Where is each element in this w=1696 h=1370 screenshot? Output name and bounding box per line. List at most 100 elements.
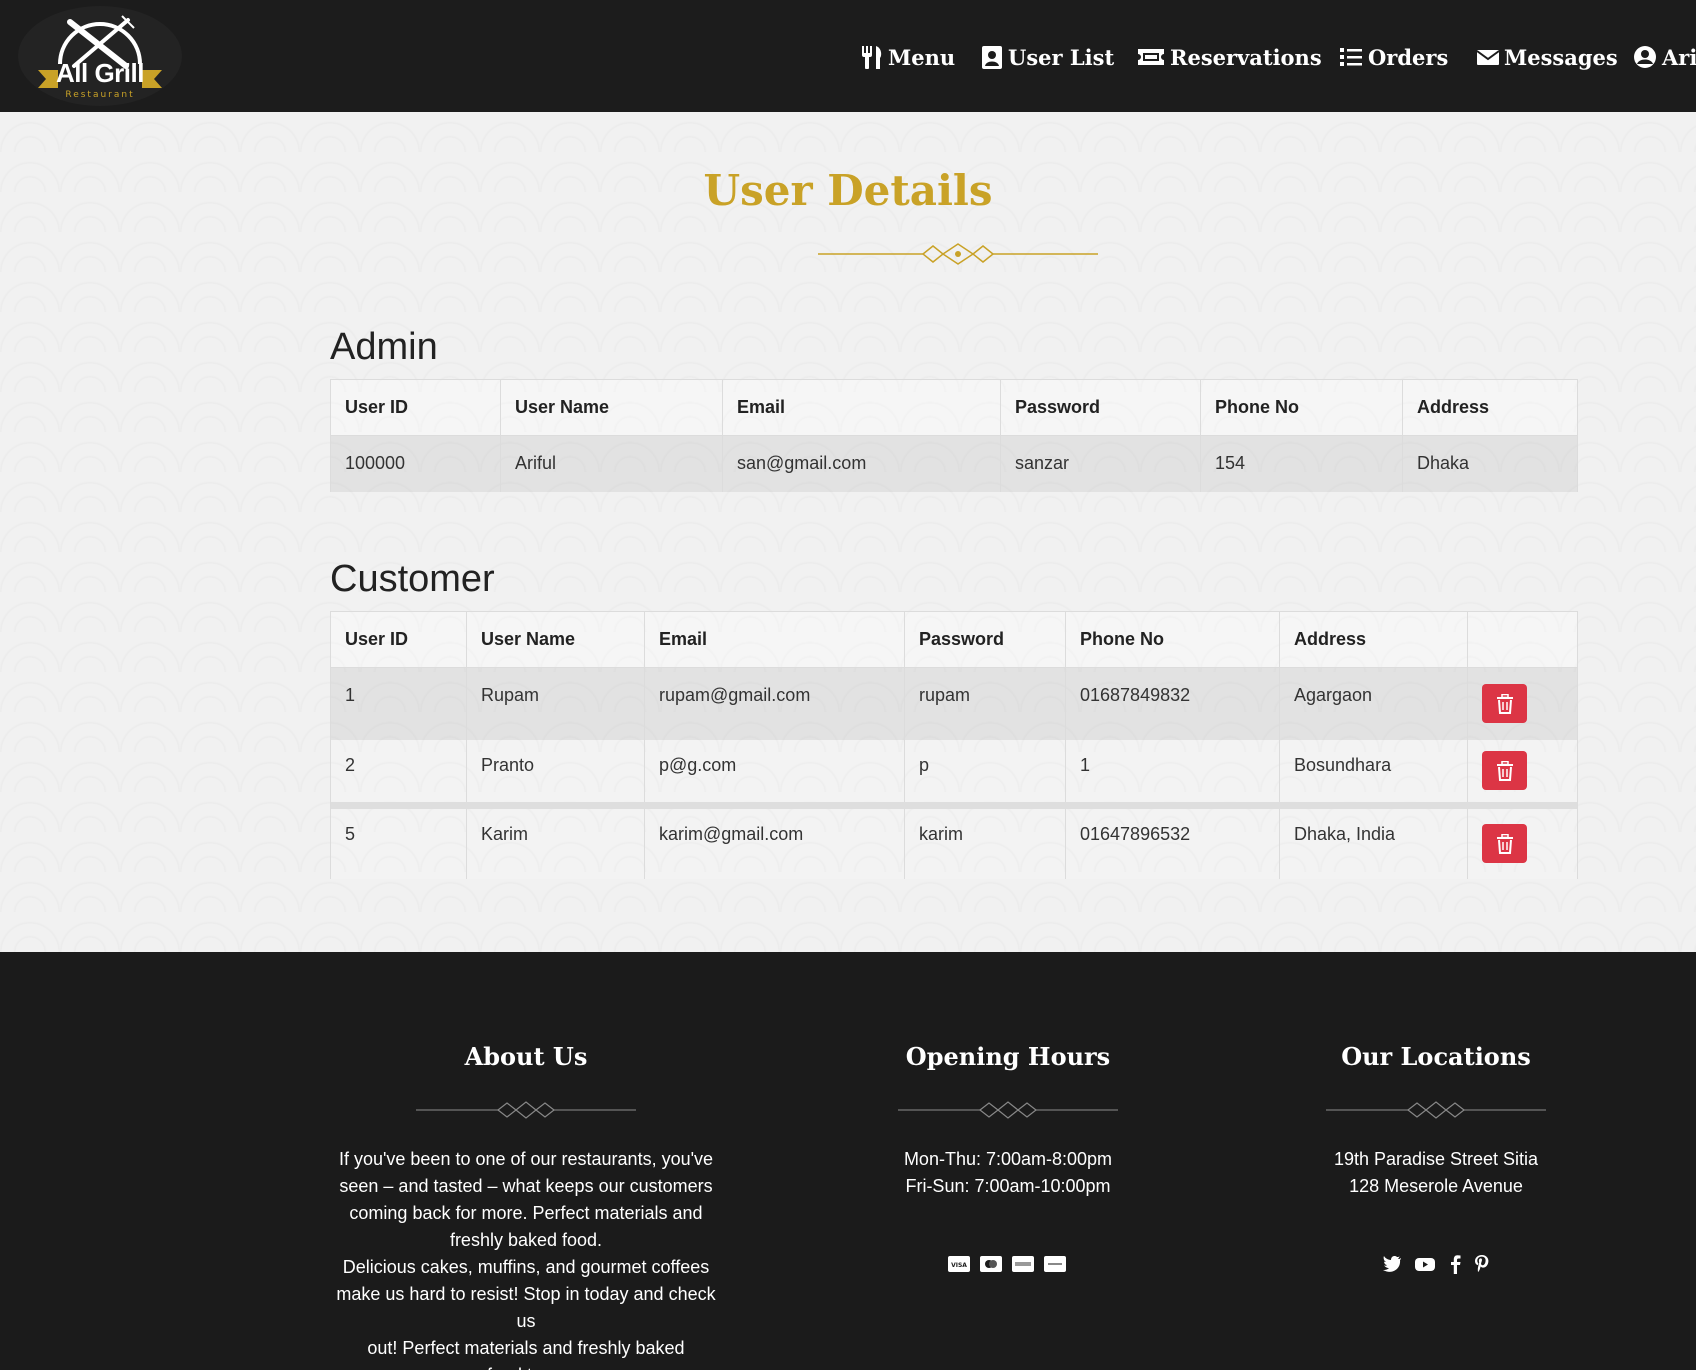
cell-address: Dhaka, India — [1279, 808, 1468, 879]
utensils-icon — [862, 46, 882, 69]
social-icons — [1382, 1254, 1490, 1274]
hours-line: Fri-Sun: 7:00am-10:00pm — [905, 1176, 1111, 1196]
nav-menu[interactable]: Menu — [860, 40, 955, 74]
nav-user-list-label: User List — [1008, 44, 1115, 70]
ticket-icon — [1138, 49, 1164, 65]
nav-user-list[interactable]: User List — [980, 40, 1114, 74]
location-line: 19th Paradise Street Sitia — [1333, 1149, 1539, 1169]
envelope-icon — [1476, 50, 1500, 65]
about-line: If you've been to one of our restaurants… — [338, 1149, 714, 1169]
admin-col-user-name: User Name — [500, 379, 723, 436]
pinterest-icon[interactable] — [1474, 1254, 1490, 1274]
admin-table: User ID User Name Email Password Phone N… — [330, 379, 1578, 492]
table-row: 1 Rupam rupam@gmail.com rupam 0168784983… — [330, 667, 1578, 740]
delete-button[interactable] — [1482, 824, 1527, 863]
nav-menu-label: Menu — [888, 44, 956, 70]
nav-messages[interactable]: Messages — [1476, 40, 1618, 74]
cell-user-name: Ariful — [500, 435, 723, 492]
about-line: seen – and tasted – what keeps our custo… — [339, 1176, 713, 1196]
page-title: User Details — [703, 166, 993, 215]
footer-hours-text: Mon-Thu: 7:00am-8:00pm Fri-Sun: 7:00am-1… — [858, 1146, 1158, 1200]
payment-icons: VISA — [948, 1256, 1066, 1272]
cell-password: karim — [904, 808, 1066, 879]
footer-about-title: About Us — [464, 1042, 588, 1071]
customer-section-title: Customer — [330, 558, 495, 600]
customer-col-address: Address — [1279, 611, 1468, 668]
row-separator — [330, 801, 1578, 809]
about-line: Delicious cakes, muffins, and gourmet co… — [342, 1257, 710, 1277]
admin-col-email: Email — [722, 379, 1001, 436]
table-row: 5 Karim karim@gmail.com karim 0164789653… — [330, 808, 1578, 879]
address-card-icon — [982, 46, 1002, 69]
youtube-icon[interactable] — [1414, 1254, 1436, 1274]
location-line: 128 Meserole Avenue — [1349, 1176, 1523, 1196]
customer-table: User ID User Name Email Password Phone N… — [330, 611, 1578, 879]
about-line: food.town — [326, 1362, 726, 1370]
cell-user-id: 100000 — [330, 435, 501, 492]
cell-user-name: Rupam — [466, 667, 645, 740]
footer-locations-text: 19th Paradise Street Sitia 128 Meserole … — [1286, 1146, 1586, 1200]
trash-icon — [1496, 693, 1513, 714]
cell-phone: 01647896532 — [1065, 808, 1280, 879]
nav-user-profile[interactable]: Arif — [1632, 40, 1696, 74]
cell-email: san@gmail.com — [722, 435, 1001, 492]
admin-col-user-id: User ID — [330, 379, 501, 436]
paypal-icon — [1044, 1256, 1066, 1272]
hours-line: Mon-Thu: 7:00am-8:00pm — [903, 1149, 1113, 1169]
amex-icon — [1012, 1256, 1034, 1272]
cell-address: Bosundhara — [1279, 739, 1468, 802]
table-row: 2 Pranto p@g.com p 1 Bosundhara — [330, 739, 1578, 802]
about-line: make us hard to resist! Stop in today an… — [336, 1284, 716, 1331]
nav-reservations[interactable]: Reservations — [1136, 40, 1322, 74]
admin-col-phone: Phone No — [1200, 379, 1403, 436]
cell-password: rupam — [904, 667, 1066, 740]
trash-icon — [1496, 833, 1513, 854]
admin-section-title: Admin — [330, 326, 438, 368]
cell-address: Agargaon — [1279, 667, 1468, 740]
footer: About Us If you've been to one of our re… — [0, 952, 1696, 1370]
list-icon — [1340, 48, 1362, 66]
cell-address: Dhaka — [1402, 435, 1578, 492]
nav-orders[interactable]: Orders — [1338, 40, 1448, 74]
footer-ornament-about — [416, 1101, 636, 1119]
delete-button[interactable] — [1482, 684, 1527, 724]
admin-col-password: Password — [1000, 379, 1201, 436]
customer-col-user-name: User Name — [466, 611, 645, 668]
footer-about-text: If you've been to one of our restaurants… — [326, 1146, 726, 1370]
cell-email: p@g.com — [644, 739, 905, 802]
navbar: All Grill Restaurant Menu User List Rese… — [0, 0, 1696, 112]
footer-locations: Our Locations — [1286, 1042, 1586, 1071]
brand-sub: Restaurant — [65, 90, 135, 100]
cell-password: sanzar — [1000, 435, 1201, 492]
cell-actions — [1467, 667, 1578, 740]
footer-about: About Us — [326, 1042, 726, 1071]
cell-password: p — [904, 739, 1066, 802]
twitter-icon[interactable] — [1382, 1254, 1402, 1274]
customer-col-phone: Phone No — [1065, 611, 1280, 668]
nav-messages-label: Messages — [1504, 44, 1618, 70]
cell-user-id: 5 — [330, 808, 467, 879]
brand-logo[interactable]: All Grill Restaurant — [18, 6, 182, 106]
cell-email: karim@gmail.com — [644, 808, 905, 879]
footer-locations-title: Our Locations — [1341, 1042, 1531, 1071]
ornament-divider — [818, 243, 1098, 265]
cell-user-id: 2 — [330, 739, 467, 802]
footer-ornament-hours — [898, 1101, 1118, 1119]
cell-phone: 1 — [1065, 739, 1280, 802]
about-line: out! Perfect materials and freshly baked — [367, 1338, 685, 1358]
footer-ornament-locations — [1326, 1101, 1546, 1119]
user-circle-icon — [1634, 46, 1656, 68]
nav-user-profile-label: Arif — [1662, 44, 1696, 70]
customer-col-actions — [1467, 611, 1578, 668]
about-line: coming back for more. Perfect materials … — [349, 1203, 703, 1223]
delete-button[interactable] — [1482, 751, 1527, 790]
cell-user-name: Karim — [466, 808, 645, 879]
main-content: User Details Admin User ID User Name Ema… — [0, 112, 1696, 952]
admin-col-address: Address — [1402, 379, 1578, 436]
nav-reservations-label: Reservations — [1170, 44, 1322, 70]
footer-hours: Opening Hours — [858, 1042, 1158, 1071]
svg-text:VISA: VISA — [951, 1262, 967, 1269]
cell-actions — [1467, 739, 1578, 802]
facebook-icon[interactable] — [1448, 1254, 1462, 1274]
customer-col-user-id: User ID — [330, 611, 467, 668]
